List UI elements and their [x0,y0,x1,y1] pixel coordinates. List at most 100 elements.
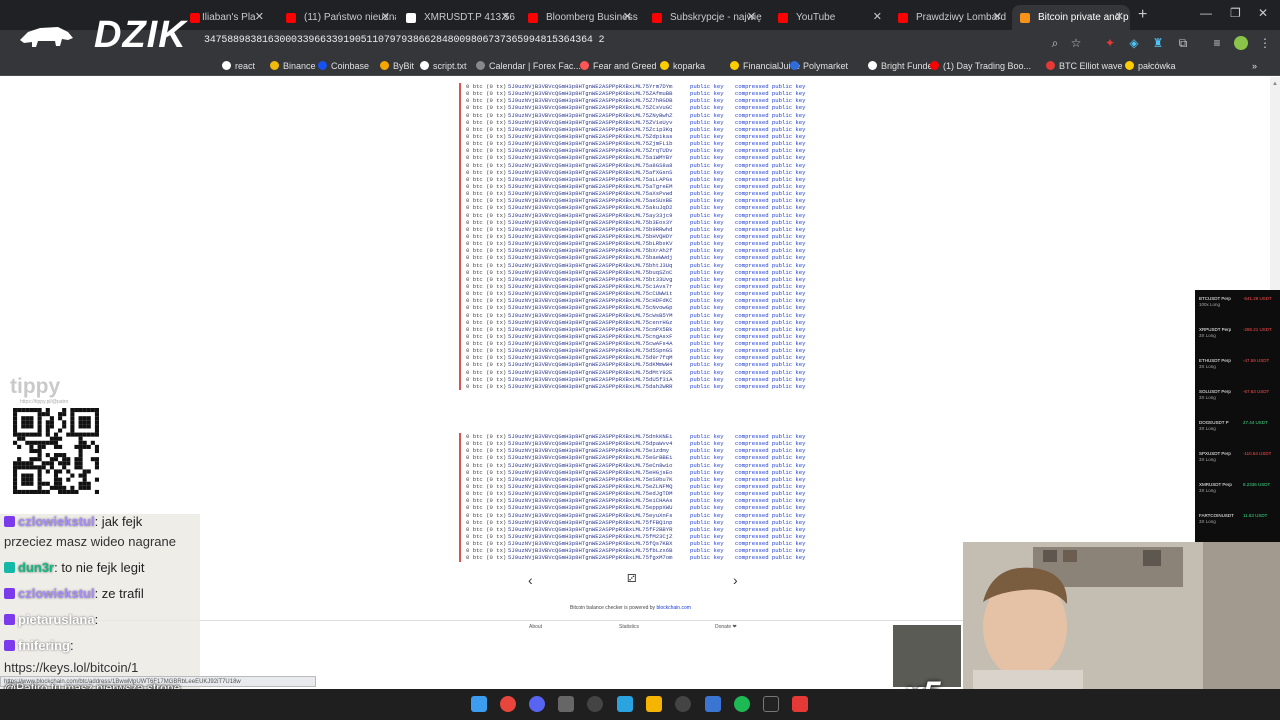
browser-tab[interactable]: XMRUSDT.P 413.56 ▲✕ [398,5,516,30]
next-page-button[interactable]: › [733,572,738,588]
address-link[interactable]: 5J9uzNVjB3VBVcQGmH3p8HTgnWE2ASPPpRXBxLML… [508,247,690,254]
public-key-link[interactable]: public key [690,433,735,440]
address-link[interactable]: 5J9uzNVjB3VBVcQGmH3p8HTgnWE2ASPPpRXBxLML… [508,83,690,90]
compressed-key-link[interactable]: compressed public key [735,197,806,204]
compressed-key-link[interactable]: compressed public key [735,519,806,526]
address-link[interactable]: 5J9uzNVjB3VBVcQGmH3p8HTgnWE2ASPPpRXBxLML… [508,140,690,147]
blockchain-link[interactable]: blockchain.com [656,605,690,611]
new-tab-button[interactable]: + [1138,6,1147,24]
browser-tab[interactable]: Bloomberg Business ✕ [520,5,638,30]
address-link[interactable]: 5J9uzNVjB3VBVcQGmH3p8HTgnWE2ASPPpRXBxLML… [508,254,690,261]
address-link[interactable]: 5J9uzNVjB3VBVcQGmH3p8HTgnWE2ASPPpRXBxLML… [508,376,690,383]
address-link[interactable]: 5J9uzNVjB3VBVcQGmH3p8HTgnWE2ASPPpRXBxLML… [508,326,690,333]
compressed-key-link[interactable]: compressed public key [735,376,806,383]
public-key-link[interactable]: public key [690,162,735,169]
compressed-key-link[interactable]: compressed public key [735,119,806,126]
public-key-link[interactable]: public key [690,526,735,533]
app-icon[interactable] [763,696,779,712]
address-link[interactable]: 5J9uzNVjB3VBVcQGmH3p8HTgnWE2ASPPpRXBxLML… [508,361,690,368]
public-key-link[interactable]: public key [690,483,735,490]
public-key-link[interactable]: public key [690,369,735,376]
public-key-link[interactable]: public key [690,547,735,554]
public-key-link[interactable]: public key [690,476,735,483]
public-key-link[interactable]: public key [690,219,735,226]
compressed-key-link[interactable]: compressed public key [735,354,806,361]
compressed-key-link[interactable]: compressed public key [735,333,806,340]
address-link[interactable]: 5J9uzNVjB3VBVcQGmH3p8HTgnWE2ASPPpRXBxLML… [508,512,690,519]
app-icon[interactable] [675,696,691,712]
compressed-key-link[interactable]: compressed public key [735,547,806,554]
address-link[interactable]: 5J9uzNVjB3VBVcQGmH3p8HTgnWE2ASPPpRXBxLML… [508,226,690,233]
close-window-button[interactable]: ✕ [1258,6,1268,20]
file-explorer-icon[interactable] [646,696,662,712]
address-link[interactable]: 5J9uzNVjB3VBVcQGmH3p8HTgnWE2ASPPpRXBxLML… [508,290,690,297]
address-link[interactable]: 5J9uzNVjB3VBVcQGmH3p8HTgnWE2ASPPpRXBxLML… [508,312,690,319]
public-key-link[interactable]: public key [690,226,735,233]
close-tab-icon[interactable]: ✕ [255,5,264,30]
public-key-link[interactable]: public key [690,440,735,447]
public-key-link[interactable]: public key [690,454,735,461]
public-key-link[interactable]: public key [690,354,735,361]
address-link[interactable]: 5J9uzNVjB3VBVcQGmH3p8HTgnWE2ASPPpRXBxLML… [508,162,690,169]
compressed-key-link[interactable]: compressed public key [735,361,806,368]
address-bar[interactable]: 3475889838163000339663391905110797938662… [204,35,604,46]
random-page-icon[interactable]: ⚂ [627,572,637,585]
compressed-key-link[interactable]: compressed public key [735,512,806,519]
address-link[interactable]: 5J9uzNVjB3VBVcQGmH3p8HTgnWE2ASPPpRXBxLML… [508,476,690,483]
public-key-link[interactable]: public key [690,119,735,126]
browser-tab[interactable]: Prawdziwy Lombard ✕ [890,5,1008,30]
address-link[interactable]: 5J9uzNVjB3VBVcQGmH3p8HTgnWE2ASPPpRXBxLML… [508,554,690,561]
public-key-link[interactable]: public key [690,133,735,140]
bookmark-item[interactable]: Binance [270,61,316,71]
compressed-key-link[interactable]: compressed public key [735,126,806,133]
compressed-key-link[interactable]: compressed public key [735,312,806,319]
compressed-key-link[interactable]: compressed public key [735,326,806,333]
compressed-key-link[interactable]: compressed public key [735,454,806,461]
compressed-key-link[interactable]: compressed public key [735,283,806,290]
prev-page-button[interactable]: ‹ [528,572,533,588]
address-link[interactable]: 5J9uzNVjB3VBVcQGmH3p8HTgnWE2ASPPpRXBxLML… [508,233,690,240]
bookmark-item[interactable]: react [222,61,255,71]
address-link[interactable]: 5J9uzNVjB3VBVcQGmH3p8HTgnWE2ASPPpRXBxLML… [508,504,690,511]
public-key-link[interactable]: public key [690,276,735,283]
profile-avatar[interactable] [1234,36,1248,50]
address-link[interactable]: 5J9uzNVjB3VBVcQGmH3p8HTgnWE2ASPPpRXBxLML… [508,469,690,476]
public-key-link[interactable]: public key [690,233,735,240]
address-link[interactable]: 5J9uzNVjB3VBVcQGmH3p8HTgnWE2ASPPpRXBxLML… [508,483,690,490]
compressed-key-link[interactable]: compressed public key [735,462,806,469]
compressed-key-link[interactable]: compressed public key [735,347,806,354]
public-key-link[interactable]: public key [690,297,735,304]
public-key-link[interactable]: public key [690,240,735,247]
address-link[interactable]: 5J9uzNVjB3VBVcQGmH3p8HTgnWE2ASPPpRXBxLML… [508,319,690,326]
compressed-key-link[interactable]: compressed public key [735,247,806,254]
browser-tab[interactable]: (11) Państwo nieuznan ✕ [278,5,396,30]
compressed-key-link[interactable]: compressed public key [735,269,806,276]
address-link[interactable]: 5J9uzNVjB3VBVcQGmH3p8HTgnWE2ASPPpRXBxLML… [508,119,690,126]
compressed-key-link[interactable]: compressed public key [735,204,806,211]
public-key-link[interactable]: public key [690,361,735,368]
public-key-link[interactable]: public key [690,204,735,211]
address-link[interactable]: 5J9uzNVjB3VBVcQGmH3p8HTgnWE2ASPPpRXBxLML… [508,112,690,119]
bookmark-item[interactable]: koparka [660,61,705,71]
public-key-link[interactable]: public key [690,533,735,540]
address-link[interactable]: 5J9uzNVjB3VBVcQGmH3p8HTgnWE2ASPPpRXBxLML… [508,519,690,526]
public-key-link[interactable]: public key [690,140,735,147]
bookmark-item[interactable]: script.txt [420,61,467,71]
public-key-link[interactable]: public key [690,383,735,390]
compressed-key-link[interactable]: compressed public key [735,190,806,197]
extension-icon[interactable]: ✦ [1103,36,1117,50]
address-link[interactable]: 5J9uzNVjB3VBVcQGmH3p8HTgnWE2ASPPpRXBxLML… [508,533,690,540]
public-key-link[interactable]: public key [690,190,735,197]
compressed-key-link[interactable]: compressed public key [735,304,806,311]
compressed-key-link[interactable]: compressed public key [735,219,806,226]
bookmark-item[interactable]: Bright Funded [868,61,938,71]
public-key-link[interactable]: public key [690,304,735,311]
windows-start-icon[interactable] [471,696,487,712]
obs-icon[interactable] [587,696,603,712]
public-key-link[interactable]: public key [690,290,735,297]
close-tab-icon[interactable]: ✕ [873,5,882,30]
public-key-link[interactable]: public key [690,247,735,254]
compressed-key-link[interactable]: compressed public key [735,476,806,483]
chrome-icon[interactable] [500,696,516,712]
compressed-key-link[interactable]: compressed public key [735,440,806,447]
